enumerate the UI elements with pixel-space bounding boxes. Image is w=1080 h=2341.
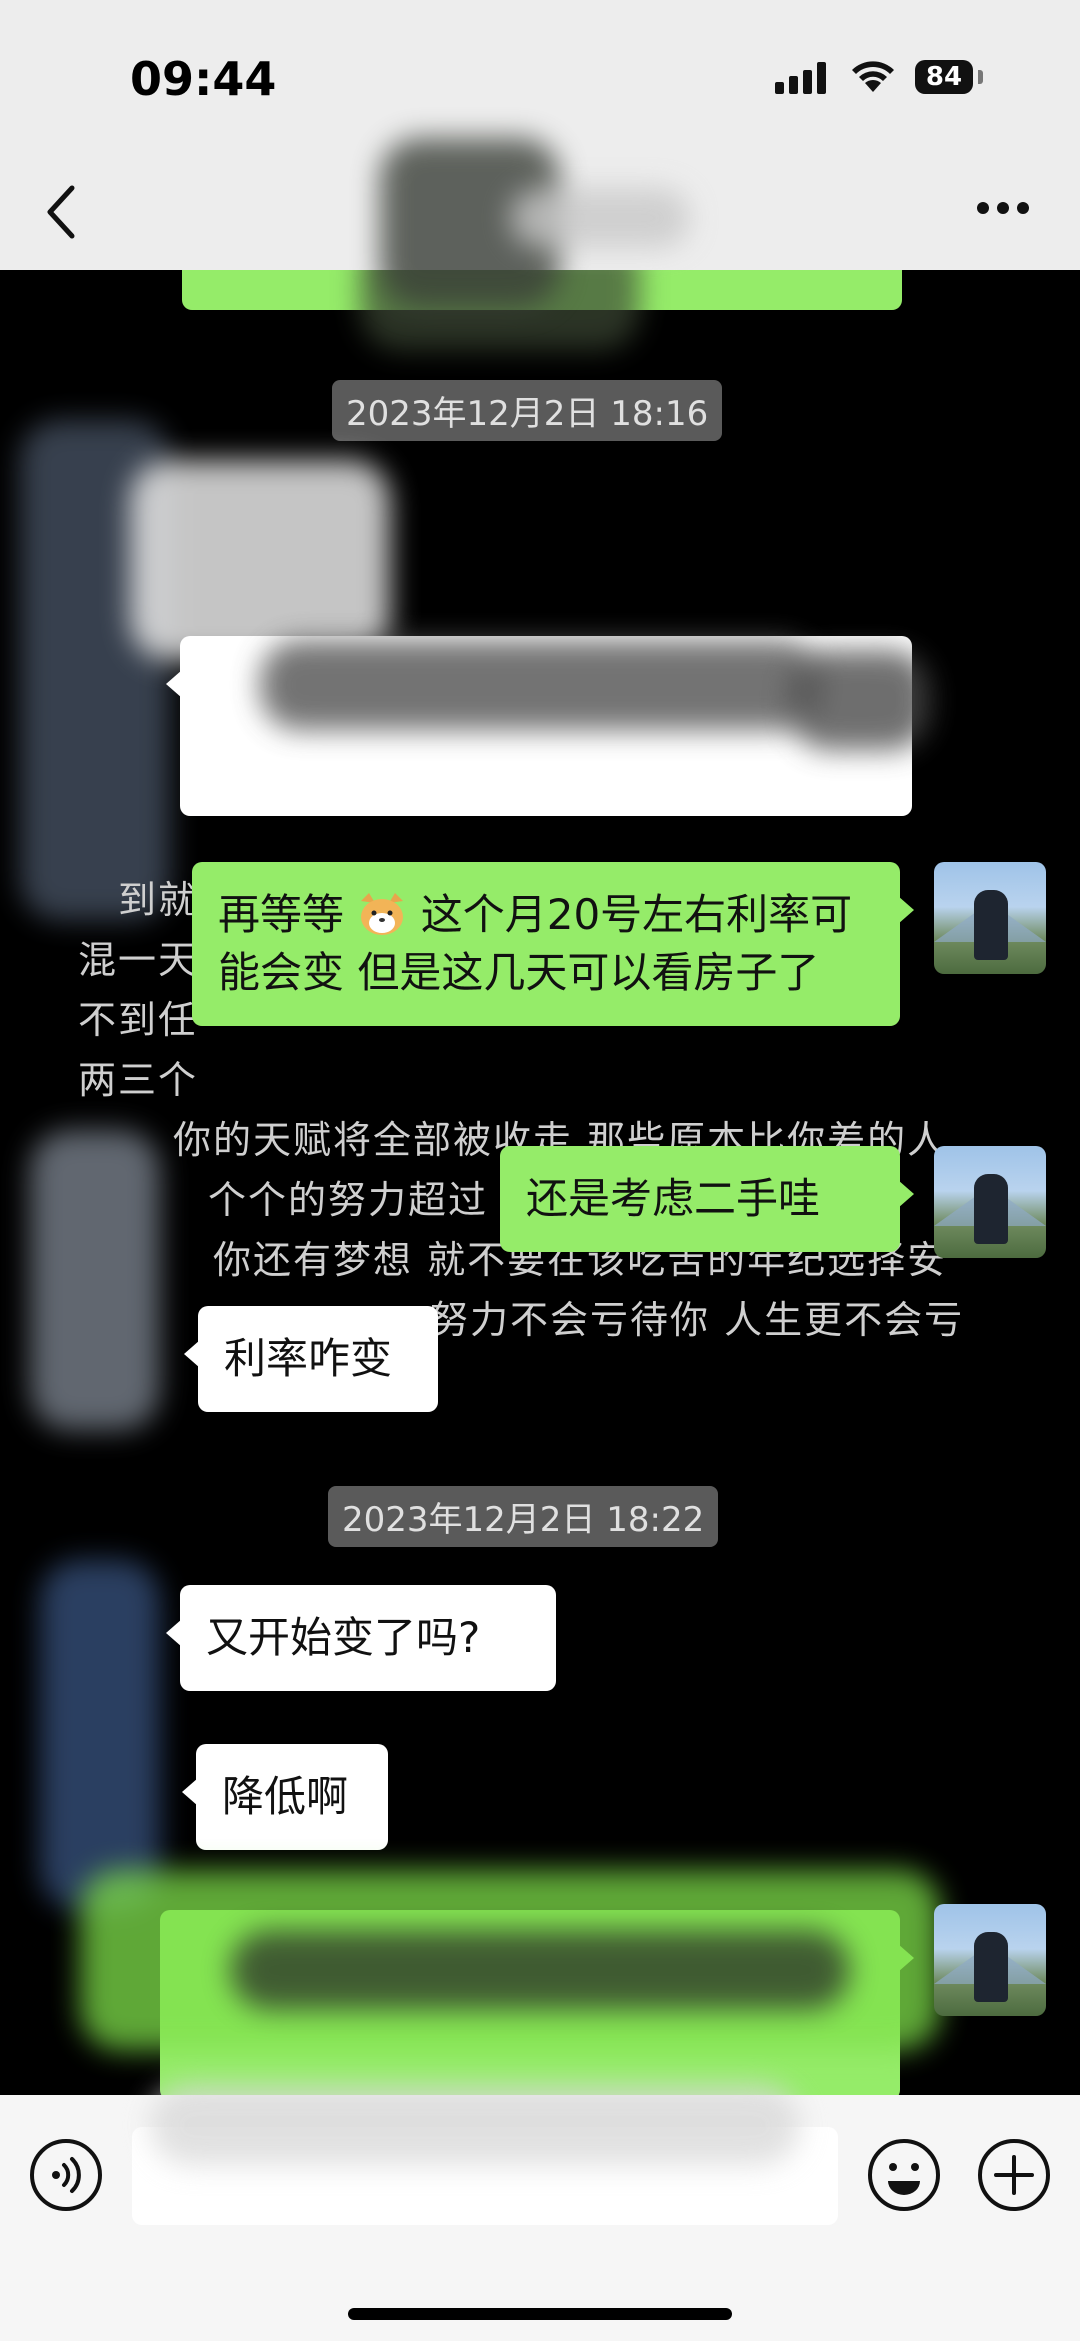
- message-text: 再等等: [218, 890, 345, 939]
- my-avatar[interactable]: [934, 1904, 1046, 2016]
- message-text: 降低啊: [222, 1772, 349, 1821]
- redacted-title-scribble-2: [510, 188, 690, 248]
- chat-area[interactable]: 2023年12月2日 18:16 到就 混一天 不到任 两三个 你的天赋将全部被…: [0, 270, 1080, 2095]
- more-options-icon[interactable]: [975, 200, 1031, 216]
- redacted-avatar-scribble: [40, 1560, 160, 1910]
- wifi-icon: [852, 61, 894, 92]
- avatar-figure: [974, 1174, 1008, 1244]
- home-indicator[interactable]: [348, 2308, 732, 2320]
- received-message-bubble[interactable]: 利率咋变: [184, 1306, 438, 1412]
- redacted-message-scribble: [130, 460, 390, 660]
- emoji-icon[interactable]: [866, 2137, 942, 2213]
- add-more-icon[interactable]: [976, 2137, 1052, 2213]
- voice-input-icon[interactable]: [28, 2137, 104, 2213]
- timestamp-1: 2023年12月2日 18:16: [332, 380, 723, 441]
- avatar-figure: [974, 890, 1008, 960]
- redacted-input-scribble: [150, 2085, 800, 2165]
- timestamp-2: 2023年12月2日 18:22: [328, 1486, 719, 1547]
- redacted-avatar-scribble: [30, 1130, 160, 1430]
- battery-icon: 84: [915, 60, 973, 94]
- sent-message-bubble[interactable]: 再等等 这个月20号左右利率可能会变 但是这几天可以看房子了: [192, 862, 914, 1026]
- received-message-bubble[interactable]: 又开始变了吗?: [166, 1585, 556, 1691]
- received-message-bubble[interactable]: 降低啊: [182, 1744, 388, 1850]
- message-text: 还是考虑二手哇: [526, 1174, 821, 1223]
- redacted-dark-scribble: [230, 1930, 850, 2010]
- chat-title: [340, 138, 760, 308]
- input-bar: [0, 2085, 1080, 2341]
- nav-bar: [0, 138, 1080, 308]
- cellular-signal-icon: [775, 62, 826, 94]
- sent-message-bubble[interactable]: 还是考虑二手哇: [500, 1146, 914, 1252]
- avatar-figure: [974, 1932, 1008, 2002]
- my-avatar[interactable]: [934, 862, 1046, 974]
- background-text-line: 两三个: [78, 1058, 199, 1102]
- status-bar: 09:44 84: [0, 0, 1080, 160]
- redacted-grey-scribble: [260, 640, 820, 730]
- status-time: 09:44: [130, 52, 277, 106]
- cat-emoji-icon: [361, 893, 404, 935]
- redacted-grey-scribble-2: [790, 650, 930, 750]
- back-arrow-icon[interactable]: [44, 182, 78, 242]
- message-text: 利率咋变: [224, 1334, 393, 1383]
- battery-tip: [978, 70, 983, 84]
- my-avatar[interactable]: [934, 1146, 1046, 1258]
- message-text: 又开始变了吗?: [206, 1613, 481, 1662]
